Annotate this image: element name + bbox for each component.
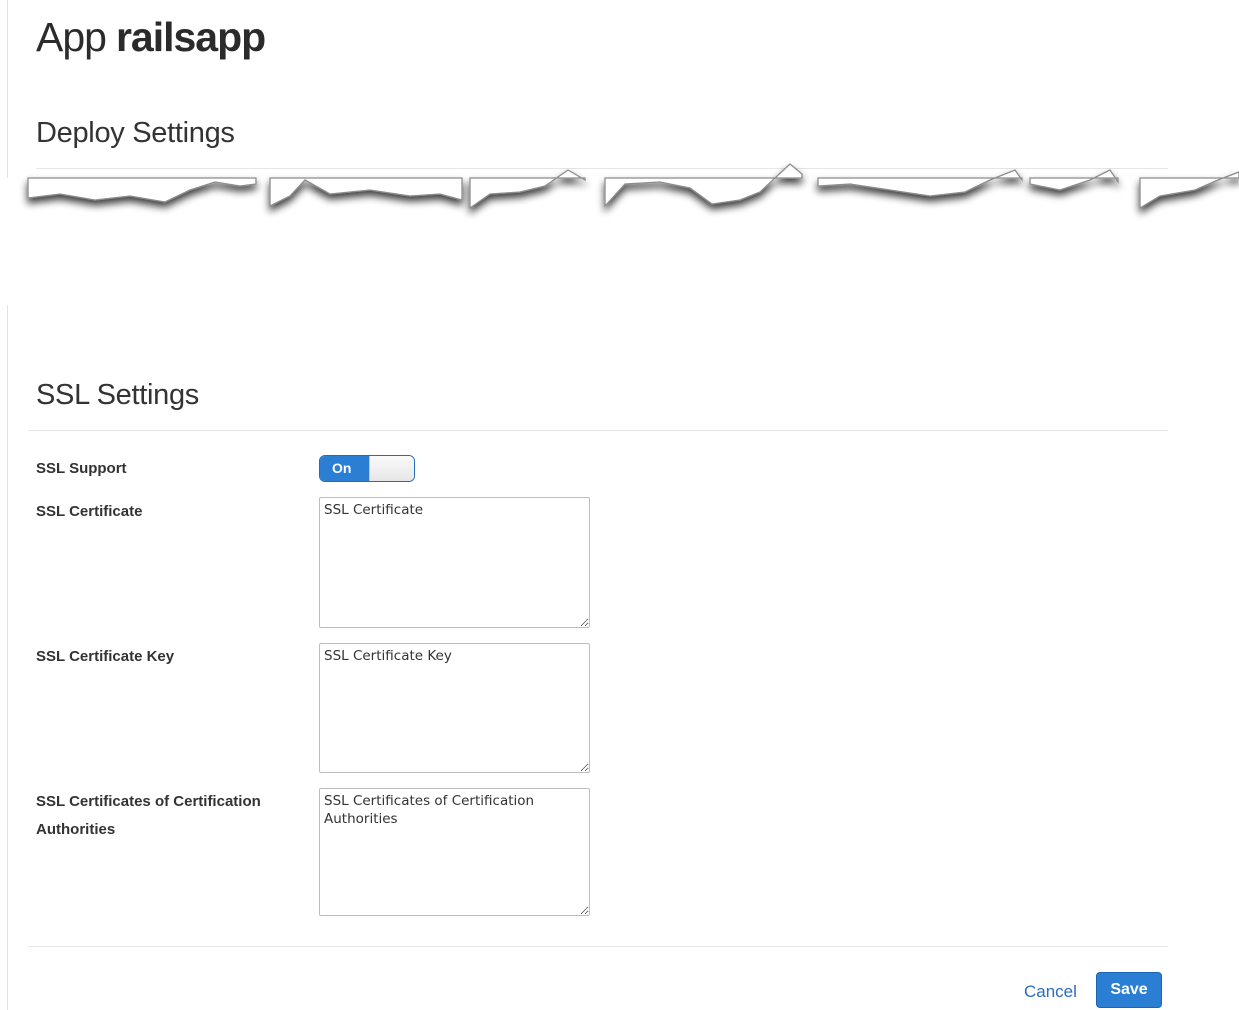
form-footer-divider [28,946,1168,947]
deploy-settings-heading: Deploy Settings [36,117,235,149]
toggle-on-label: On [320,456,369,481]
ssl-certificate-label: SSL Certificate [36,503,143,520]
save-button[interactable]: Save [1096,972,1162,1008]
ssl-certificate-key-label: SSL Certificate Key [36,648,175,665]
ssl-settings-divider [28,430,1168,431]
ssl-ca-certificates-label: SSL Certificates of Certification Author… [36,793,261,838]
left-border-bottom [7,305,8,1010]
ssl-settings-heading: SSL Settings [36,379,199,411]
ssl-support-toggle[interactable]: On [319,455,415,482]
page-title: App railsapp [36,14,266,61]
toggle-knob[interactable] [369,456,414,481]
cancel-link[interactable]: Cancel [1024,982,1077,1002]
ssl-ca-certificates-field[interactable] [319,788,590,916]
torn-edge-separator [27,163,1239,210]
page-title-prefix: App [36,14,107,60]
ssl-certificate-field[interactable] [319,497,590,628]
ssl-certificate-key-field[interactable] [319,643,590,773]
app-name: railsapp [115,14,266,60]
ssl-support-label: SSL Support [36,460,127,477]
